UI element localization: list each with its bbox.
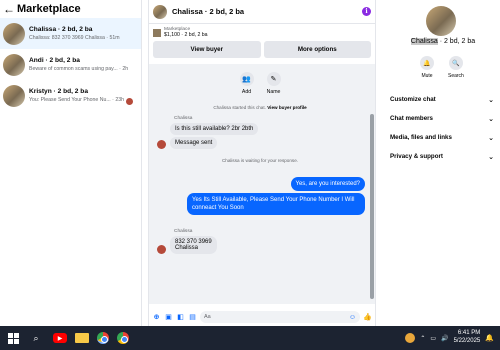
- view-buyer-button[interactable]: View buyer: [153, 41, 261, 58]
- search-action[interactable]: 🔍 Search: [448, 56, 464, 79]
- chevron-down-icon: ⌄: [488, 134, 494, 142]
- message-bubble[interactable]: Yes Its Still Available, Please Send You…: [187, 193, 365, 216]
- waiting-notice: Chalissa is waiting for your response.: [221, 158, 299, 163]
- volume-icon[interactable]: 🔊: [441, 335, 448, 342]
- emoji-icon[interactable]: ☺: [349, 314, 356, 321]
- message-input[interactable]: Aa ☺: [200, 311, 360, 323]
- conversation-snippet: Chalissa: 832 370 3969 Chalissa · 51m: [29, 35, 120, 41]
- composer: ⊕ ▣ ◧ ▤ Aa ☺ 👍: [149, 308, 375, 326]
- conversation-snippet: Beware of common scams using pay... · 2h: [29, 66, 129, 72]
- add-person-icon: 👥: [239, 72, 254, 86]
- name-action[interactable]: ✎ Name: [266, 72, 281, 95]
- mute-action[interactable]: 🔔 Mute: [420, 56, 434, 79]
- scroll-thumb[interactable]: [370, 114, 374, 299]
- system-message: Chalissa started this chat. View buyer p…: [213, 105, 307, 110]
- menu-media-files-links[interactable]: Media, files and links ⌄: [390, 128, 500, 147]
- back-arrow-icon[interactable]: ←: [3, 2, 17, 16]
- gif-icon[interactable]: ▤: [188, 313, 197, 322]
- chrome-icon[interactable]: [97, 332, 109, 344]
- message-bubble[interactable]: 832 370 3969 Chalissa: [170, 236, 217, 255]
- thumbs-up-icon[interactable]: 👍: [363, 313, 372, 322]
- chrome-icon[interactable]: [117, 332, 129, 344]
- add-label: Add: [241, 89, 252, 95]
- message-bubble[interactable]: Message sent: [170, 137, 218, 149]
- network-icon[interactable]: ▭: [430, 335, 436, 342]
- chat-title[interactable]: Chalissa · 2 bd, 2 ba: [172, 7, 362, 16]
- system-tray: ⌃ ▭ 🔊 6:41 PM 5/22/2025 🔔: [405, 330, 500, 346]
- chat-avatar[interactable]: [153, 4, 167, 19]
- left-header: ← Marketplace: [0, 0, 141, 18]
- listing-thumbnail: [153, 28, 161, 37]
- chevron-down-icon: ⌄: [488, 96, 494, 104]
- listing-price: $1,100 · 2 bd, 2 ba: [164, 32, 208, 38]
- chat-header: Chalissa · 2 bd, 2 ba i: [149, 0, 375, 24]
- details-menu: Customize chat ⌄ Chat members ⌄ Media, fil…: [390, 90, 500, 166]
- conversation-list-panel: ← Marketplace Chalissa · 2 bd, 2 ba Chal…: [0, 0, 142, 326]
- chevron-down-icon: ⌄: [488, 153, 494, 161]
- plus-icon[interactable]: ⊕: [152, 313, 161, 322]
- search-icon[interactable]: ⌕: [29, 331, 43, 345]
- youtube-icon[interactable]: ▶: [53, 333, 67, 343]
- menu-chat-members[interactable]: Chat members ⌄: [390, 109, 500, 128]
- details-name: Chalissa · 2 bd, 2 ba: [410, 38, 476, 45]
- clock[interactable]: 6:41 PM 5/22/2025: [454, 330, 481, 346]
- message-thread: 👥 Add ✎ Name Chalissa started this chat.…: [149, 64, 371, 304]
- image-icon[interactable]: ▣: [164, 313, 173, 322]
- view-buyer-profile-link[interactable]: View buyer profile: [267, 105, 306, 110]
- menu-privacy-support[interactable]: Privacy & support ⌄: [390, 147, 500, 166]
- search-icon: 🔍: [448, 56, 463, 70]
- notification-bell-icon[interactable]: 🔔: [485, 334, 494, 342]
- name-label: Name: [266, 89, 281, 95]
- bell-icon: 🔔: [420, 56, 434, 70]
- sender-name: Chalissa: [174, 116, 193, 121]
- menu-customize-chat[interactable]: Customize chat ⌄: [390, 90, 500, 109]
- sender-avatar: [157, 140, 166, 149]
- conversation-snippet: You: Please Send Your Phone Nu... · 23h: [29, 97, 124, 103]
- more-options-button[interactable]: More options: [263, 41, 371, 58]
- taskbar: ⌕ ▶ ⌃ ▭ 🔊 6:41 PM 5/22/2025 🔔: [0, 326, 500, 350]
- conversation-item[interactable]: Kristyn · 2 bd, 2 ba You: Please Send Yo…: [0, 80, 141, 111]
- conversation-item[interactable]: Chalissa · 2 bd, 2 ba Chalissa: 832 370 …: [0, 18, 141, 49]
- chevron-up-icon[interactable]: ⌃: [420, 335, 425, 342]
- listing-thumbnail: [3, 84, 25, 107]
- conversation-item[interactable]: Andi · 2 bd, 2 ba Beware of common scams…: [0, 49, 141, 80]
- read-receipt-avatar: [126, 98, 133, 105]
- scrollbar[interactable]: [369, 64, 375, 304]
- listing-thumbnail: [3, 53, 25, 76]
- listing-thumbnail: [3, 22, 25, 45]
- conversation-name: Kristyn · 2 bd, 2 ba: [29, 88, 88, 95]
- file-explorer-icon[interactable]: [75, 333, 89, 343]
- listing-summary[interactable]: Marketplace $1,100 · 2 bd, 2 ba: [149, 24, 375, 41]
- conversation-name: Andi · 2 bd, 2 ba: [29, 57, 80, 64]
- windows-start-icon[interactable]: [8, 332, 19, 344]
- profile-avatar[interactable]: [426, 6, 456, 36]
- info-icon[interactable]: i: [362, 7, 371, 16]
- pencil-icon: ✎: [266, 72, 281, 86]
- sender-avatar: [157, 245, 166, 255]
- chevron-down-icon: ⌄: [488, 115, 494, 123]
- marketplace-title: Marketplace: [17, 3, 81, 15]
- sticker-icon[interactable]: ◧: [176, 313, 185, 322]
- message-bubble[interactable]: Is this still available? 2br 2bth: [170, 123, 259, 135]
- sender-name: Chalissa: [174, 229, 193, 235]
- conversation-name: Chalissa · 2 bd, 2 ba: [29, 26, 93, 33]
- chat-panel: Chalissa · 2 bd, 2 ba i Marketplace $1,1…: [148, 0, 376, 326]
- chat-details-panel: Chalissa · 2 bd, 2 ba 🔔 Mute 🔍 Search Cu…: [376, 0, 500, 326]
- coin-icon[interactable]: [405, 333, 416, 343]
- add-action[interactable]: 👥 Add: [239, 72, 254, 95]
- message-bubble[interactable]: Yes, are you interested?: [290, 177, 365, 192]
